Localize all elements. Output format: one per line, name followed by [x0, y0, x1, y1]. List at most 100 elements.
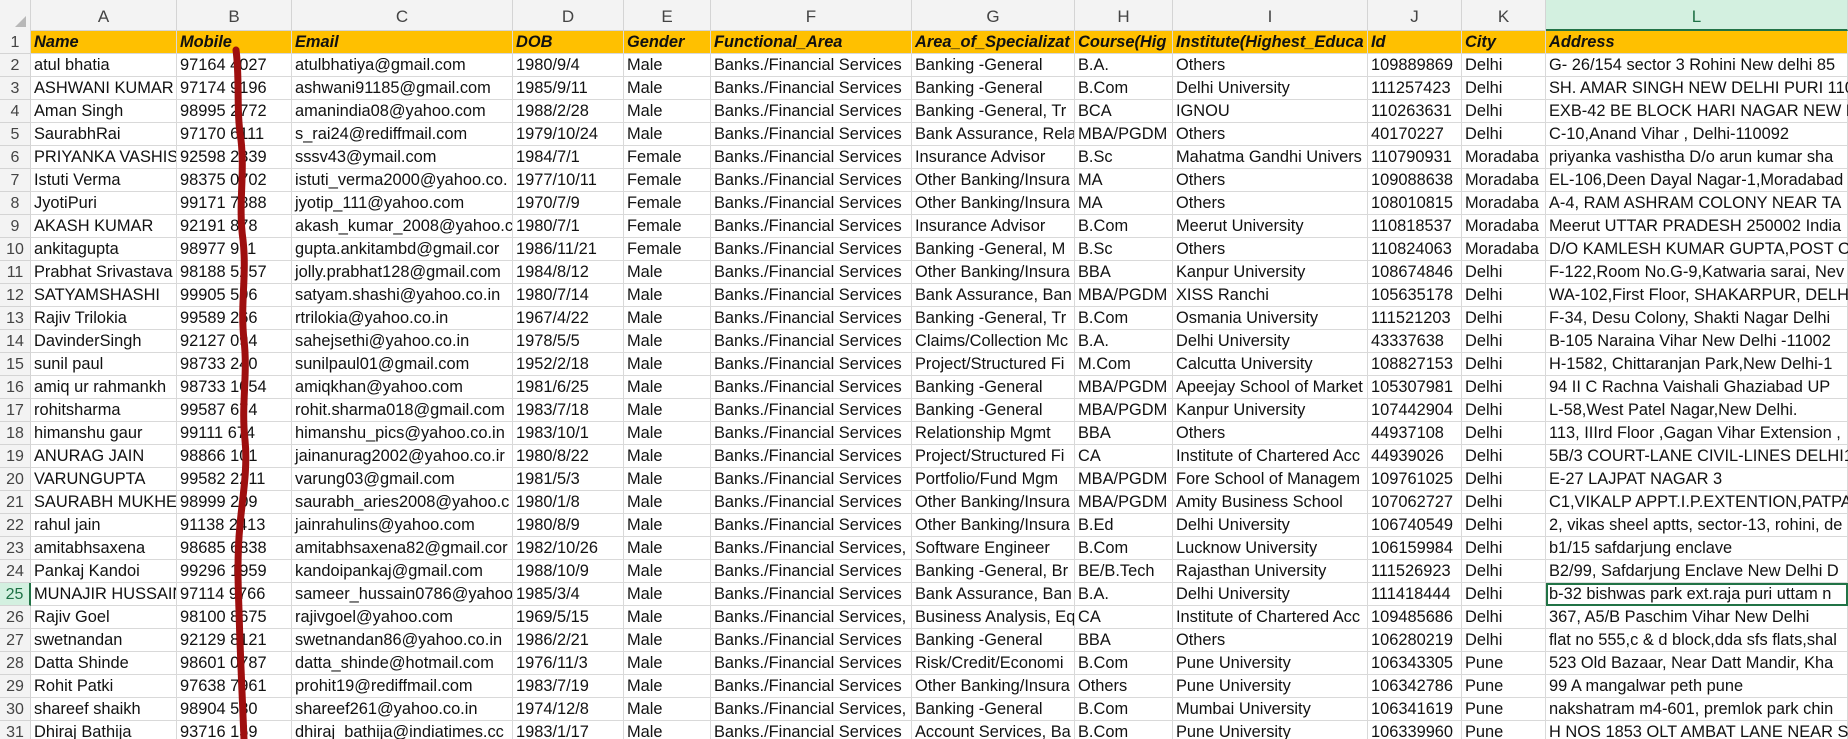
- table-cell[interactable]: 1982/10/26: [513, 537, 624, 560]
- table-cell[interactable]: b1/15 safdarjung enclave: [1546, 537, 1848, 560]
- row-header[interactable]: 15: [0, 353, 31, 376]
- table-cell[interactable]: AKASH KUMAR: [31, 215, 177, 238]
- table-cell[interactable]: 106339960: [1368, 721, 1462, 739]
- table-cell[interactable]: 5B/3 COURT-LANE CIVIL-LINES DELHI1: [1546, 445, 1848, 468]
- table-cell[interactable]: prohit19@rediffmail.com: [292, 675, 513, 698]
- table-cell[interactable]: MBA/PGDM: [1075, 284, 1173, 307]
- table-cell[interactable]: Pune: [1462, 698, 1546, 721]
- table-cell[interactable]: Delhi: [1462, 560, 1546, 583]
- header-cell[interactable]: Area_of_Specializat: [912, 31, 1075, 54]
- table-cell[interactable]: 40170227: [1368, 123, 1462, 146]
- row-header[interactable]: 31: [0, 721, 31, 739]
- row-header[interactable]: 21: [0, 491, 31, 514]
- table-cell[interactable]: Istuti Verma: [31, 169, 177, 192]
- table-cell[interactable]: CA: [1075, 445, 1173, 468]
- column-header-h[interactable]: H: [1075, 0, 1173, 31]
- table-cell[interactable]: F-34, Desu Colony, Shakti Nagar Delhi: [1546, 307, 1848, 330]
- table-cell[interactable]: Female: [624, 192, 711, 215]
- table-cell[interactable]: Datta Shinde: [31, 652, 177, 675]
- table-cell[interactable]: Institute of Chartered Acc: [1173, 606, 1368, 629]
- table-cell[interactable]: amitabhsaxena: [31, 537, 177, 560]
- table-cell[interactable]: Delhi: [1462, 376, 1546, 399]
- table-cell[interactable]: Institute of Chartered Acc: [1173, 445, 1368, 468]
- table-cell[interactable]: Male: [624, 606, 711, 629]
- table-cell[interactable]: Banking -General: [912, 629, 1075, 652]
- table-cell[interactable]: amiqkhan@yahoo.com: [292, 376, 513, 399]
- table-cell[interactable]: B.Com: [1075, 721, 1173, 739]
- table-cell[interactable]: Male: [624, 100, 711, 123]
- table-cell[interactable]: Aman Singh: [31, 100, 177, 123]
- table-cell[interactable]: 1980/1/8: [513, 491, 624, 514]
- header-cell[interactable]: Address: [1546, 31, 1848, 54]
- table-cell[interactable]: Male: [624, 284, 711, 307]
- table-cell[interactable]: Claims/Collection Mc: [912, 330, 1075, 353]
- table-cell[interactable]: Male: [624, 629, 711, 652]
- table-cell[interactable]: MBA/PGDM: [1075, 468, 1173, 491]
- table-cell[interactable]: 106341619: [1368, 698, 1462, 721]
- table-cell[interactable]: Banks./Financial Services: [711, 238, 912, 261]
- table-cell[interactable]: 110818537: [1368, 215, 1462, 238]
- table-cell[interactable]: Male: [624, 422, 711, 445]
- table-cell[interactable]: Male: [624, 698, 711, 721]
- table-cell[interactable]: Banks./Financial Services: [711, 169, 912, 192]
- row-header[interactable]: 3: [0, 77, 31, 100]
- table-cell[interactable]: B.Com: [1075, 77, 1173, 100]
- table-cell[interactable]: CA: [1075, 606, 1173, 629]
- table-cell[interactable]: Banking -General, M: [912, 238, 1075, 261]
- table-cell[interactable]: 99582 2211: [177, 468, 292, 491]
- table-cell[interactable]: atulbhatiya@gmail.com: [292, 54, 513, 77]
- table-cell[interactable]: XISS Ranchi: [1173, 284, 1368, 307]
- table-cell[interactable]: Male: [624, 514, 711, 537]
- table-cell[interactable]: 94 II C Rachna Vaishali Ghaziabad UP: [1546, 376, 1848, 399]
- table-cell[interactable]: 98866 101: [177, 445, 292, 468]
- table-cell[interactable]: Delhi: [1462, 307, 1546, 330]
- table-cell[interactable]: Project/Structured Fi: [912, 353, 1075, 376]
- table-cell[interactable]: B.A.: [1075, 54, 1173, 77]
- table-cell[interactable]: 97170 6111: [177, 123, 292, 146]
- table-cell[interactable]: himanshu gaur: [31, 422, 177, 445]
- select-all-button[interactable]: [0, 0, 31, 31]
- table-cell[interactable]: 1985/3/4: [513, 583, 624, 606]
- table-cell[interactable]: Banking -General: [912, 54, 1075, 77]
- table-cell[interactable]: 91138 2413: [177, 514, 292, 537]
- table-cell[interactable]: Banks./Financial Services: [711, 445, 912, 468]
- table-cell[interactable]: Banking -General: [912, 698, 1075, 721]
- table-cell[interactable]: Banking -General: [912, 77, 1075, 100]
- table-cell[interactable]: A-4, RAM ASHRAM COLONY NEAR TA: [1546, 192, 1848, 215]
- column-header-k[interactable]: K: [1462, 0, 1546, 31]
- table-cell[interactable]: sunilpaul01@gmail.com: [292, 353, 513, 376]
- table-cell[interactable]: 1983/7/19: [513, 675, 624, 698]
- table-cell[interactable]: 1980/9/4: [513, 54, 624, 77]
- table-cell[interactable]: 108674846: [1368, 261, 1462, 284]
- table-cell[interactable]: B.Com: [1075, 307, 1173, 330]
- table-cell[interactable]: 1981/6/25: [513, 376, 624, 399]
- table-cell[interactable]: 110263631: [1368, 100, 1462, 123]
- table-cell[interactable]: atul bhatia: [31, 54, 177, 77]
- table-cell[interactable]: Banks./Financial Services: [711, 77, 912, 100]
- table-cell[interactable]: 106280219: [1368, 629, 1462, 652]
- table-cell[interactable]: Banks./Financial Services: [711, 146, 912, 169]
- row-header[interactable]: 25: [0, 583, 31, 606]
- header-cell[interactable]: City: [1462, 31, 1546, 54]
- row-header[interactable]: 11: [0, 261, 31, 284]
- table-cell[interactable]: Delhi University: [1173, 77, 1368, 100]
- table-cell[interactable]: nakshatram m4-601, premlok park chin: [1546, 698, 1848, 721]
- table-cell[interactable]: rahul jain: [31, 514, 177, 537]
- table-cell[interactable]: 99 A mangalwar peth pune: [1546, 675, 1848, 698]
- table-cell[interactable]: B.Sc: [1075, 238, 1173, 261]
- table-cell[interactable]: amanindia08@yahoo.com: [292, 100, 513, 123]
- table-cell[interactable]: Meerut UTTAR PRADESH 250002 India: [1546, 215, 1848, 238]
- table-cell[interactable]: SaurabhRai: [31, 123, 177, 146]
- header-cell[interactable]: Id: [1368, 31, 1462, 54]
- table-cell[interactable]: Bank Assurance, Rela: [912, 123, 1075, 146]
- row-header[interactable]: 1: [0, 31, 31, 54]
- table-cell[interactable]: IGNOU: [1173, 100, 1368, 123]
- table-cell[interactable]: sssv43@ymail.com: [292, 146, 513, 169]
- table-cell[interactable]: Pune: [1462, 721, 1546, 739]
- table-cell[interactable]: gupta.ankitambd@gmail.cor: [292, 238, 513, 261]
- table-cell[interactable]: 92191 878: [177, 215, 292, 238]
- table-cell[interactable]: Banking -General, Tr: [912, 100, 1075, 123]
- table-cell[interactable]: JyotiPuri: [31, 192, 177, 215]
- table-cell[interactable]: jolly.prabhat128@gmail.com: [292, 261, 513, 284]
- table-cell[interactable]: Banking -General, Tr: [912, 307, 1075, 330]
